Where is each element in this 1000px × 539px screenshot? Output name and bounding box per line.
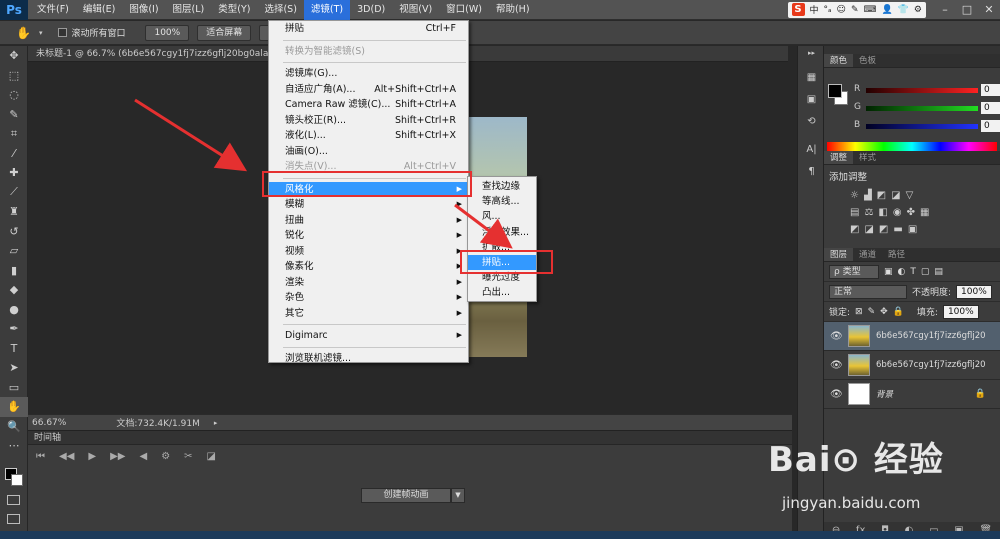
history-panel-icon[interactable]: ▦ — [798, 66, 825, 88]
levels-icon[interactable]: ▟ — [864, 190, 872, 201]
opacity-label: 不透明度: — [912, 288, 952, 298]
visibility-eye-icon[interactable]: 👁 — [830, 360, 843, 371]
tab-color[interactable]: 颜色 — [824, 54, 854, 67]
blue-bar[interactable] — [866, 124, 978, 129]
adjust-row-3: ◩ ◪ ◩ ▬ ▣ — [824, 221, 1000, 238]
add-adjustment-title: 添加调整 — [829, 172, 868, 183]
layer-lock-icon: 🔒 — [974, 389, 986, 399]
layer-thumbnail — [848, 354, 870, 376]
tab-swatches[interactable]: 色板 — [853, 54, 882, 67]
color-panel: 颜色 色板 R 0 G 0 B 0 — [824, 54, 1000, 156]
threshold-icon[interactable]: ◩ — [879, 224, 888, 235]
adjust-row-1: ☼ ▟ ◩ ◪ ▽ — [824, 187, 1000, 204]
lock-label: 锁定: — [829, 308, 851, 318]
green-label: G — [854, 102, 861, 112]
lock-position-icon[interactable]: ✥ — [880, 307, 888, 317]
gradient-map-icon[interactable]: ▬ — [893, 224, 902, 235]
tab-paths[interactable]: 路径 — [882, 248, 911, 261]
vibrance-icon[interactable]: ▽ — [906, 190, 914, 201]
watermark-url: jingyan.baidu.com — [782, 494, 921, 512]
opacity-input[interactable]: 100% — [956, 284, 992, 299]
brightness-icon[interactable]: ☼ — [850, 190, 859, 201]
layer-thumbnail — [848, 383, 870, 405]
layer-name: 6b6e567cgy1fj7izz6gflj20b... — [876, 331, 986, 341]
green-bar[interactable] — [866, 106, 978, 111]
color-panel-tabs: 颜色 色板 — [824, 54, 1000, 68]
lock-all-icon[interactable]: 🔒 — [893, 307, 904, 317]
blend-mode-select[interactable]: 正常 — [829, 284, 907, 299]
character-panel-icon[interactable]: A| — [798, 138, 825, 160]
layers-panel-tabs: 图层 通道 路径 — [824, 248, 1000, 262]
adjustments-panel: 调整 样式 添加调整 ☼ ▟ ◩ ◪ ▽ ▤ ⚖ ◧ ◉ ✤ ▦ ◩ ◪ ◩ ▬… — [824, 151, 1000, 247]
fill-input[interactable]: 100% — [942, 304, 979, 319]
annotation-arrow-2 — [454, 203, 513, 249]
exposure-icon[interactable]: ◪ — [891, 190, 900, 201]
layer-name: 6b6e567cgy1fj7izz6gflj20b... — [876, 360, 986, 370]
layer-kind-filter-select[interactable]: ρ 类型 — [829, 264, 879, 279]
layer-filter-row: ρ 类型 ▣ ◐ T ▢ ▤ — [824, 262, 1000, 282]
hue-sat-icon[interactable]: ▤ — [850, 207, 859, 218]
right-panels-header — [824, 46, 1000, 54]
windows-taskbar — [0, 531, 1000, 539]
actions-panel-icon[interactable]: ⟲ — [798, 110, 825, 132]
layer-thumbnail — [848, 325, 870, 347]
selective-color-icon[interactable]: ▣ — [908, 224, 917, 235]
curves-icon[interactable]: ◩ — [877, 190, 886, 201]
baidu-jingyan-watermark: Bai⊙ 经验 jingyan.baidu.com — [768, 432, 1000, 539]
lock-fill-row: 锁定: ⊠ ✎ ✥ 🔒 填充: 100% — [824, 302, 1000, 322]
red-bar[interactable] — [866, 88, 978, 93]
layer-row[interactable]: 👁 背景 🔒 — [824, 380, 1000, 409]
green-slider[interactable]: G 0 — [854, 102, 1000, 116]
posterize-icon[interactable]: ◪ — [864, 224, 873, 235]
filter-adjust-icon[interactable]: ◐ — [898, 267, 906, 277]
filter-type-icon[interactable]: T — [910, 267, 916, 277]
layer-row[interactable]: 👁 6b6e567cgy1fj7izz6gflj20b... — [824, 322, 1000, 351]
photo-filter-icon[interactable]: ◉ — [893, 207, 902, 218]
properties-panel-icon[interactable]: ▣ — [798, 88, 825, 110]
visibility-eye-icon[interactable]: 👁 — [830, 331, 843, 342]
annotation-arrow-1 — [134, 98, 248, 172]
visibility-eye-icon[interactable]: 👁 — [830, 389, 843, 400]
color-balance-icon[interactable]: ⚖ — [864, 207, 873, 218]
filter-shape-icon[interactable]: ▢ — [921, 267, 930, 277]
blue-label: B — [854, 120, 861, 130]
channel-mixer-icon[interactable]: ✤ — [907, 207, 915, 218]
color-lookup-icon[interactable]: ▦ — [920, 207, 929, 218]
layer-row[interactable]: 👁 6b6e567cgy1fj7izz6gflj20b... — [824, 351, 1000, 380]
lock-pixels-icon[interactable]: ✎ — [868, 307, 876, 317]
red-label: R — [854, 84, 861, 94]
tab-layers[interactable]: 图层 — [824, 248, 854, 261]
invert-icon[interactable]: ◩ — [850, 224, 859, 235]
red-value-input[interactable]: 0 — [981, 84, 1000, 96]
filter-smart-icon[interactable]: ▤ — [934, 267, 943, 277]
filter-pixel-icon[interactable]: ▣ — [884, 267, 893, 277]
fill-label: 填充: — [916, 308, 938, 318]
watermark-logo: Bai⊙ 经验 — [768, 440, 944, 480]
blue-slider[interactable]: B 0 — [854, 120, 1000, 134]
adjust-panel-tabs: 调整 样式 — [824, 151, 1000, 165]
blue-value-input[interactable]: 0 — [981, 120, 1000, 132]
layer-name: 背景 — [876, 390, 894, 400]
green-value-input[interactable]: 0 — [981, 102, 1000, 114]
adjust-row-2: ▤ ⚖ ◧ ◉ ✤ ▦ — [824, 204, 1000, 221]
collapse-panels-icon[interactable]: ▸▸ — [798, 46, 825, 60]
tab-styles[interactable]: 样式 — [853, 151, 882, 164]
black-white-icon[interactable]: ◧ — [878, 207, 887, 218]
red-slider[interactable]: R 0 — [854, 84, 1000, 98]
foreground-swatch[interactable] — [828, 84, 842, 98]
lock-transparency-icon[interactable]: ⊠ — [855, 307, 863, 317]
tab-channels[interactable]: 通道 — [853, 248, 882, 261]
paragraph-panel-icon[interactable]: ¶ — [798, 160, 825, 182]
blend-opacity-row: 正常 不透明度: 100% — [824, 282, 1000, 302]
tab-adjustments[interactable]: 调整 — [824, 151, 854, 164]
